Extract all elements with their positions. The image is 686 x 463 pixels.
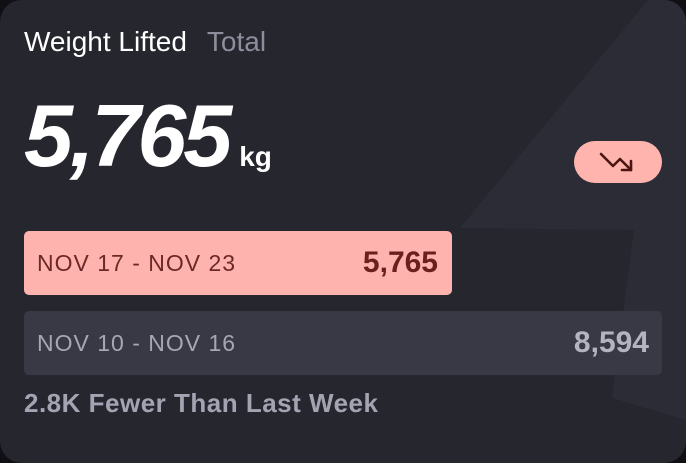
total-weight-value: 5,765 — [24, 86, 232, 185]
week-range-previous: NOV 10 - NOV 16 — [37, 329, 237, 356]
comparison-text: 2.8K Fewer Than Last Week — [24, 388, 379, 418]
trending-down-icon — [599, 152, 633, 172]
total-weight-unit: kg — [239, 141, 272, 172]
card-header: Weight Lifted Total — [24, 26, 266, 60]
week-bar-previous: NOV 10 - NOV 16 8,594 — [24, 311, 662, 375]
total-weight: 5,765 kg — [24, 86, 272, 186]
card-title: Weight Lifted — [24, 26, 187, 57]
trend-badge — [574, 141, 662, 183]
week-range-current: NOV 17 - NOV 23 — [37, 249, 237, 276]
week-value-previous: 8,594 — [573, 326, 649, 359]
card-subtitle: Total — [206, 26, 267, 57]
week-value-current: 5,765 — [362, 246, 438, 279]
weight-lifted-card: Weight Lifted Total 5,765 kg NOV 17 - NO… — [0, 0, 686, 463]
week-bar-current: NOV 17 - NOV 23 5,765 — [24, 231, 452, 295]
